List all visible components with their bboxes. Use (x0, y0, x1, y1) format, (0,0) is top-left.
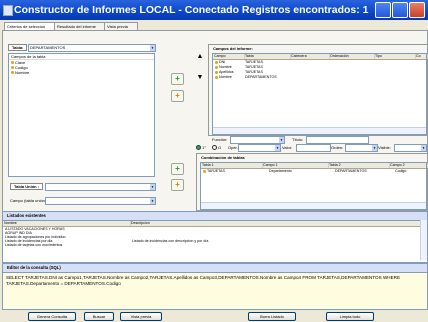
report-fields-group: Campos del informe: Campo Tabla Cabecera… (208, 44, 428, 136)
join-title: Combinación de tablas (201, 155, 245, 160)
chevron-down-icon: ▼ (150, 184, 155, 190)
genera-consulta-button[interactable]: Genera Consulta (28, 312, 76, 321)
valor-input[interactable] (296, 144, 331, 152)
chevron-down-icon: ▼ (275, 145, 280, 151)
column-header[interactable]: Campo 2 (389, 163, 428, 168)
sql-editor[interactable]: SELECT TARJETAS.DNI as Campo1,TARJETAS.N… (3, 273, 427, 309)
chevron-down-icon: ▼ (372, 145, 377, 151)
tab-vista-previa[interactable]: Vista previa (104, 22, 138, 30)
join-group: Combinación de tablas Tabla 1 Campo 1 Ta… (196, 153, 428, 211)
orden-select[interactable]: ▼ (345, 144, 378, 152)
remove-field-button[interactable]: + (171, 90, 184, 102)
field-icon (11, 66, 14, 70)
column-header[interactable]: Co (415, 54, 428, 59)
table-row[interactable]: Nombre DEPARTAMENTOS (213, 75, 426, 80)
column-header[interactable]: Tipo (374, 54, 416, 59)
tabla-union-label: Tabla Unión : (10, 183, 44, 190)
buscar-button[interactable]: Buscar (84, 312, 114, 321)
radio-1[interactable]: 1° (196, 145, 206, 151)
listados-panel: Listados existentes Nombre Descripcion A… (2, 211, 428, 263)
table-row[interactable]: TARJETAS Departamento DEPARTAMENTOS Codi… (201, 169, 426, 174)
column-header[interactable]: Campo 1 (262, 163, 329, 168)
oper-label: Oper. (228, 145, 238, 150)
column-header[interactable]: Nombre (3, 221, 131, 226)
campo-union-label: Campo (tabla unión): (10, 198, 48, 203)
column-header[interactable]: Ordenación (329, 54, 375, 59)
chevron-down-icon: ▼ (150, 198, 155, 204)
field-icon (11, 71, 14, 75)
listados-title: Listados existentes (3, 212, 427, 221)
column-header[interactable]: Tabla (244, 54, 291, 59)
tabla-select[interactable]: DEPARTAMENTOS ▼ (28, 44, 156, 52)
column-header[interactable]: Campo (213, 54, 245, 59)
valor-label: Valor: (282, 145, 293, 150)
chevron-down-icon: ▼ (421, 145, 426, 151)
field-icon (11, 61, 14, 65)
sql-title: Editor de la consulta (SQL) (3, 264, 427, 273)
borra-listado-button[interactable]: Borra Listado (248, 312, 296, 321)
funcion-label: Función: (212, 137, 228, 142)
minimize-icon[interactable] (375, 2, 391, 18)
chevron-down-icon: ▼ (279, 137, 284, 143)
orden-label: Orden: (331, 145, 344, 150)
app-icon (3, 5, 13, 16)
oper-select[interactable]: ▼ (238, 144, 281, 152)
tabla-union-select[interactable]: ▼ (45, 183, 156, 191)
report-fields-grid[interactable]: Campo Tabla Cabecera Ordenación Tipo Co … (212, 53, 428, 135)
chevron-down-icon: ▼ (150, 45, 155, 51)
vista-previa-button[interactable]: Vista previa (120, 312, 162, 321)
table-row[interactable]: Listado de tarjetas con movimientos (3, 243, 419, 248)
remove-join-button[interactable]: + (171, 179, 184, 191)
limpia-todo-button[interactable]: Limpia todo (326, 312, 374, 321)
fields-list[interactable]: Campos de la tabla Clave Codigo Nombre (8, 53, 155, 177)
horizontal-scrollbar[interactable] (201, 202, 426, 209)
titulo-input[interactable] (306, 136, 369, 144)
campo-union-select[interactable]: ▼ (45, 197, 156, 205)
column-header[interactable]: Cabecera (290, 54, 330, 59)
add-field-button[interactable]: + (171, 73, 184, 85)
funcion-select[interactable]: ▼ (230, 136, 285, 144)
sql-panel: Editor de la consulta (SQL) SELECT TARJE… (2, 263, 428, 310)
join-grid[interactable]: Tabla 1 Campo 1 Tabla 2 Campo 2 TARJETAS… (200, 162, 428, 210)
visible-select[interactable]: ▼ (394, 144, 427, 152)
move-up-icon[interactable]: ▲ (196, 52, 204, 62)
list-item[interactable]: Nombre (9, 70, 154, 75)
title-bar: Constructor de Informes LOCAL - Conectad… (0, 0, 428, 20)
vertical-scrollbar[interactable] (420, 220, 427, 260)
column-header[interactable]: Descripcion (130, 221, 422, 226)
column-header[interactable]: Tabla 2 (328, 163, 390, 168)
horizontal-scrollbar[interactable] (213, 127, 426, 134)
move-down-icon[interactable]: ▼ (196, 73, 204, 83)
report-fields-title: Campos del informe: (213, 46, 253, 51)
titulo-label: Título: (292, 137, 304, 142)
radio-2[interactable]: O (212, 145, 221, 151)
column-header[interactable]: Tabla 1 (201, 163, 263, 168)
window-title: Constructor de Informes LOCAL - Conectad… (14, 4, 369, 16)
tabla-label: Tabla: (8, 44, 28, 51)
tab-resultado[interactable]: Resultado del informe (54, 22, 108, 30)
maximize-icon[interactable] (392, 2, 408, 18)
close-icon[interactable] (409, 2, 425, 18)
visible-label: Visible: (378, 145, 391, 150)
add-join-button[interactable]: + (171, 163, 184, 175)
